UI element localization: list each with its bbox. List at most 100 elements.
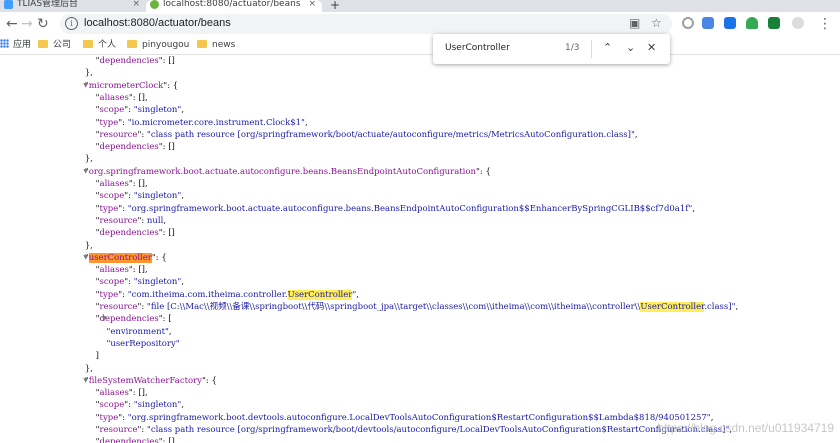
bookmark-star-icon[interactable]: ☆	[651, 16, 662, 30]
json-line: "type": "org.springframework.boot.devtoo…	[74, 412, 714, 425]
json-punctuation: "	[74, 425, 100, 435]
json-punctuation: "	[74, 56, 100, 66]
json-key: aliases	[99, 92, 129, 103]
json-punctuation: ,	[181, 105, 185, 116]
find-previous-button[interactable]: ⌃	[603, 40, 612, 56]
json-punctuation: ": []	[158, 142, 175, 153]
tab-actuator-beans[interactable]: localhost:8080/actuator/beans ×	[146, 0, 322, 12]
json-punctuation: ,	[168, 326, 172, 337]
json-viewer: "dependencies": [] }, "micrometerClock":…	[0, 55, 840, 443]
json-line: },	[74, 363, 93, 376]
json-key: resource	[99, 129, 138, 140]
find-next-button[interactable]: ⌄	[626, 40, 635, 56]
json-line: "environment",	[74, 326, 172, 339]
json-line: "type": "io.micrometer.core.instrument.C…	[74, 117, 308, 130]
url-text[interactable]: localhost:8080/actuator/beans	[84, 17, 231, 29]
json-punctuation: ,	[735, 302, 739, 312]
json-line: "dependencies": [	[74, 313, 172, 326]
folder-icon	[197, 39, 207, 48]
close-icon[interactable]: ×	[132, 0, 140, 9]
collapse-toggle-icon[interactable]: ▼	[83, 375, 88, 388]
json-punctuation: },	[74, 363, 93, 374]
json-punctuation: ":	[124, 191, 134, 202]
json-line: "scope": "singleton",	[74, 399, 184, 412]
json-punctuation: "	[74, 277, 100, 288]
json-key: type	[99, 203, 119, 214]
address-bar[interactable]: i localhost:8080/actuator/beans ▣ ☆	[60, 14, 672, 34]
tab-tlias[interactable]: TLIAS管理后台 ×	[0, 0, 146, 12]
search-match: UserController	[287, 289, 353, 300]
find-input[interactable]: UserController	[445, 43, 510, 53]
json-punctuation: "	[74, 215, 100, 226]
apps-icon	[0, 39, 9, 48]
bookmark-apps[interactable]: 应用	[0, 39, 31, 51]
json-value: "userRepository"	[106, 338, 180, 349]
bookmark-folder[interactable]: 个人	[83, 39, 116, 51]
info-icon[interactable]: i	[65, 17, 78, 30]
menu-kebab-icon[interactable]: ⋮	[818, 15, 832, 33]
json-line: "aliases": [],	[74, 178, 148, 191]
json-key: dependencies	[99, 314, 159, 325]
close-icon[interactable]: ×	[308, 0, 316, 9]
extension-circle-icon[interactable]	[682, 17, 694, 29]
json-line: "dependencies": []	[74, 141, 175, 154]
collapse-toggle-icon[interactable]: ▼	[83, 166, 88, 179]
json-key: fileSystemWatcherFactory	[88, 375, 202, 386]
json-punctuation: ":	[118, 117, 128, 128]
json-punctuation: ,	[304, 117, 308, 128]
json-key: org.springframework.boot.actuate.autocon…	[88, 166, 476, 177]
collapse-toggle-icon[interactable]: ▼	[83, 80, 88, 93]
json-key: dependencies	[99, 228, 159, 239]
json-punctuation: ,	[356, 289, 359, 300]
json-punctuation: ": {	[151, 252, 167, 263]
json-punctuation: "	[74, 142, 100, 153]
reload-icon[interactable]: ↻	[37, 15, 49, 33]
translate-icon[interactable]: ▣	[629, 16, 640, 30]
json-line: "org.springframework.boot.actuate.autoco…	[74, 166, 491, 179]
collapse-toggle-icon[interactable]: ▼	[102, 313, 107, 326]
json-value: "singleton"	[133, 400, 182, 411]
watermark: https://blog.csdn.net/u011934719	[657, 421, 834, 435]
site-favicon-icon	[4, 0, 13, 9]
back-arrow-icon[interactable]: ←	[6, 15, 18, 33]
json-punctuation: ,	[634, 129, 638, 140]
collapse-toggle-icon[interactable]: ▼	[83, 252, 88, 265]
extension-on-icon[interactable]	[768, 17, 780, 29]
json-punctuation: ":	[137, 129, 147, 140]
forward-arrow-icon[interactable]: →	[21, 15, 33, 33]
json-line: "resource": "class path resource [org/sp…	[74, 129, 638, 142]
bookmark-folder[interactable]: 公司	[38, 39, 71, 51]
bookmark-folder[interactable]: pinyougou	[127, 39, 189, 51]
extension-shield-icon[interactable]	[746, 17, 758, 29]
json-punctuation: "	[74, 437, 100, 443]
json-line: },	[74, 153, 93, 166]
json-punctuation: ": [	[158, 314, 172, 325]
json-key: scope	[99, 277, 125, 288]
json-key: aliases	[99, 265, 129, 276]
json-punctuation: ": {	[475, 166, 491, 177]
spring-leaf-icon	[150, 0, 159, 9]
json-line: },	[74, 240, 93, 253]
json-value: "io.micrometer.core.instrument.Clock$1"	[127, 117, 305, 128]
json-line: "aliases": [],	[74, 387, 148, 400]
json-punctuation: "	[74, 388, 100, 399]
json-key: scope	[99, 191, 125, 202]
json-punctuation: ":	[137, 302, 147, 312]
json-key: resource	[99, 215, 138, 226]
tab-strip: TLIAS管理后台 × localhost:8080/actuator/bean…	[0, 0, 840, 12]
json-punctuation: ,	[163, 215, 167, 226]
json-line: "micrometerClock": {	[74, 80, 178, 93]
find-close-button[interactable]: ✕	[647, 40, 656, 56]
folder-icon	[38, 39, 48, 48]
json-punctuation: "	[74, 265, 100, 276]
json-punctuation: "	[74, 314, 100, 325]
json-line: "resource": "class path resource [org/sp…	[74, 424, 732, 437]
json-punctuation	[74, 327, 106, 337]
extension-blue-icon[interactable]	[724, 17, 736, 29]
extension-translate-icon[interactable]	[702, 17, 714, 29]
bookmark-folder[interactable]: news	[197, 39, 235, 51]
profile-avatar[interactable]	[792, 17, 804, 29]
new-tab-button[interactable]: +	[330, 0, 340, 12]
json-punctuation: ":	[118, 289, 128, 300]
json-punctuation: ,	[692, 203, 696, 214]
